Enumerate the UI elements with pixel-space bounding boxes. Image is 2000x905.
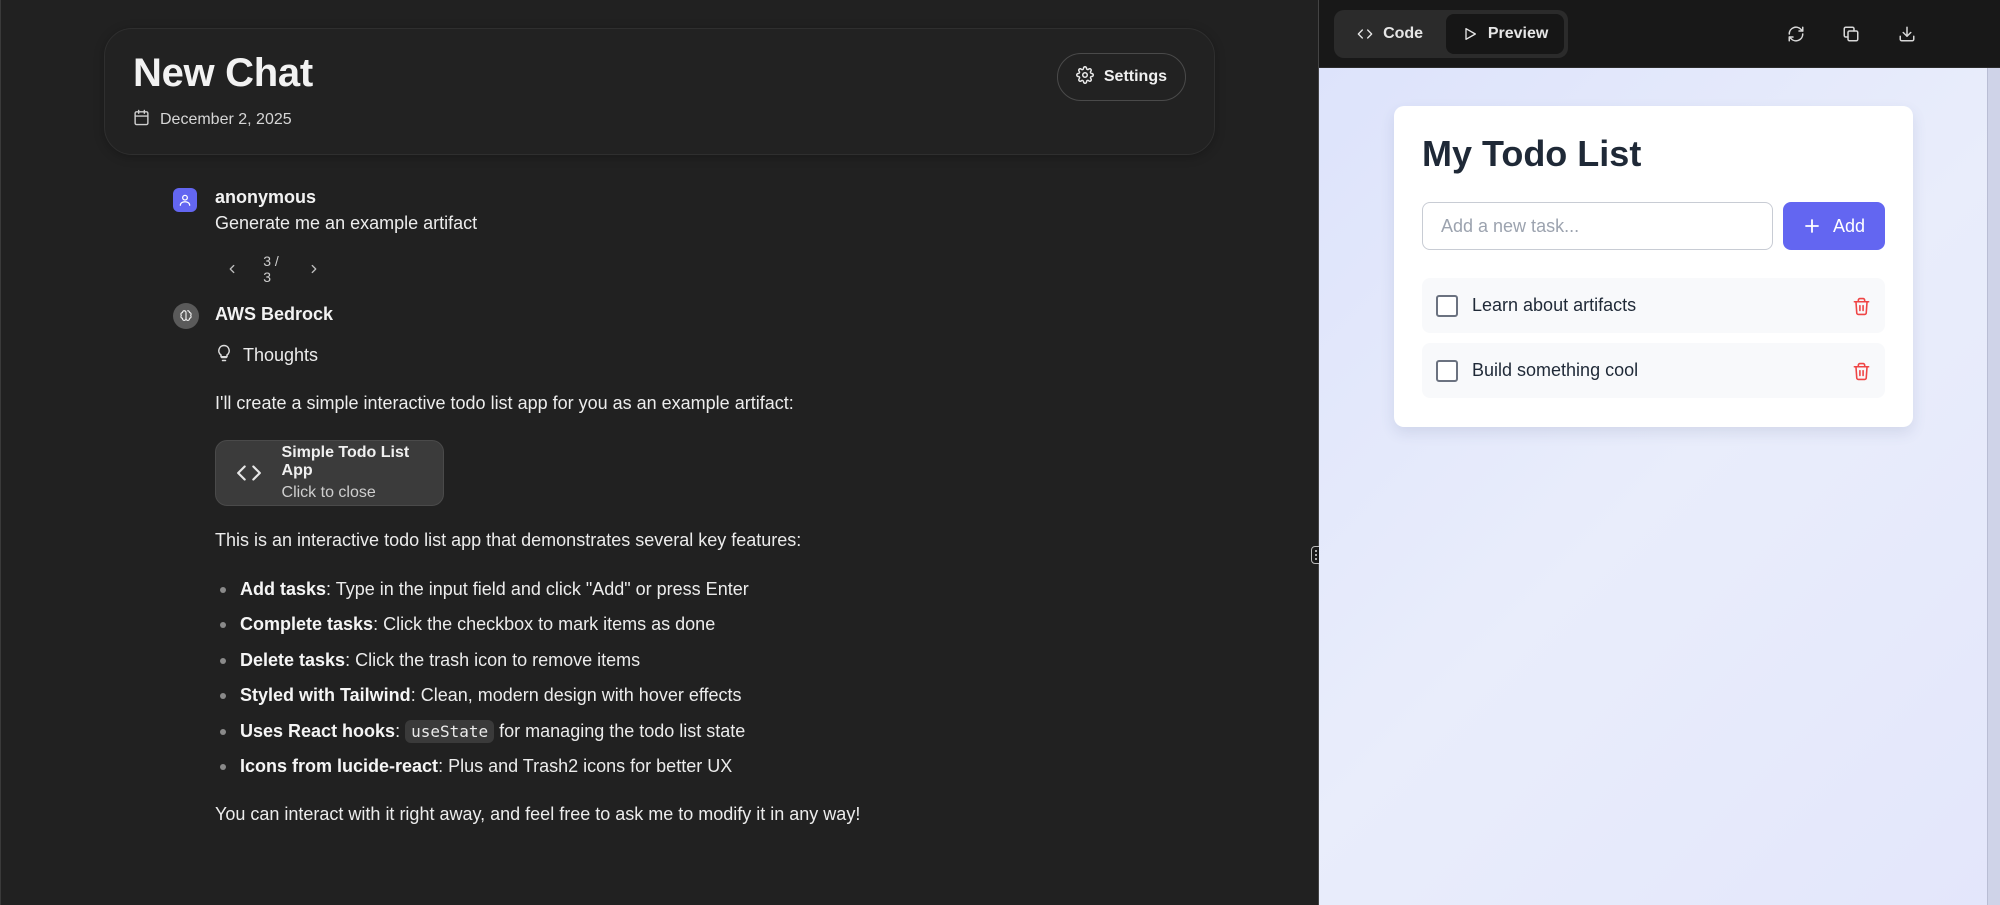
user-message-text: Generate me an example artifact [215,213,478,233]
list-item: Styled with Tailwind: Clean, modern desi… [215,682,749,717]
list-item: Add tasks: Type in the input field and c… [215,576,749,611]
play-icon [1465,28,1476,40]
features-intro-text: This is an interactive todo list app tha… [215,530,802,550]
lightbulb-icon [215,344,233,367]
pager-prev-button[interactable] [225,259,239,279]
artifact-preview: My Todo List Add Learn about artifacts B… [1319,68,2000,905]
artifact-toolbar: Code Preview [1319,0,2000,68]
todo-checkbox[interactable] [1436,360,1458,382]
inline-code: useState [405,719,495,743]
code-icon [1357,29,1373,39]
thoughts-toggle[interactable]: Thoughts [215,344,318,367]
list-item: Complete tasks: Click the checkbox to ma… [215,611,749,646]
refresh-button[interactable] [1782,20,1810,48]
download-button[interactable] [1893,20,1921,48]
pager-next-button[interactable] [307,259,321,279]
new-task-input[interactable] [1422,202,1773,250]
assistant-avatar [173,303,199,329]
chat-date: December 2, 2025 [133,109,292,131]
todo-item: Learn about artifacts [1422,278,1885,333]
artifact-tabs: Code Preview [1334,10,1568,58]
chat-date-text: December 2, 2025 [160,111,292,128]
artifact-card[interactable]: Simple Todo List App Click to close [215,440,444,506]
trash-icon [1853,362,1869,380]
delete-task-button[interactable] [1850,295,1872,317]
settings-label: Settings [1103,68,1167,85]
message-pager: 3 / 3 [225,253,321,285]
artifact-pane: Code Preview My Todo List Add a new task… [1319,0,2000,905]
assistant-sender-name: AWS Bedrock [215,304,334,324]
chevron-left-icon [229,264,235,274]
add-task-button[interactable]: Add [1783,202,1885,250]
add-task-label: Add [1832,215,1866,236]
tab-preview[interactable]: Preview [1446,14,1564,54]
artifact-title: Simple Todo List App [281,444,410,479]
assistant-closing-text: You can interact with it right away, and… [215,804,861,824]
code-icon [216,440,282,506]
chevron-right-icon [311,264,317,274]
page-title: New Chat [133,51,313,95]
download-icon [1899,26,1915,42]
copy-icon [1843,26,1859,42]
user-avatar [173,188,197,212]
plus-icon [1805,219,1819,233]
gear-icon [1075,65,1094,89]
calendar-icon [133,109,150,131]
pager-count: 3 / 3 [263,253,279,285]
artifact-card-text: Simple Todo List App Click to close [282,444,443,502]
todo-item: Build something cool [1422,343,1885,398]
chat-pane: New Chat December 2, 2025 Settings anony… [0,0,1318,905]
list-item: Delete tasks: Click the trash icon to re… [215,647,749,682]
chat-header: New Chat December 2, 2025 Settings [104,28,1215,155]
todo-title: My Todo List [1422,133,1642,174]
user-icon [179,194,191,206]
refresh-icon [1788,26,1804,42]
delete-task-button[interactable] [1850,360,1872,382]
todo-label: Learn about artifacts [1472,295,1637,315]
features-list: Add tasks: Type in the input field and c… [215,576,749,788]
tab-preview-label: Preview [1487,25,1549,42]
todo-card: My Todo List Add Learn about artifacts B… [1394,106,1913,427]
list-item: Icons from lucide-react: Plus and Trash2… [215,753,749,788]
todo-checkbox[interactable] [1436,295,1458,317]
todo-label: Build something cool [1472,360,1639,380]
assistant-intro-text: I'll create a simple interactive todo li… [215,393,794,413]
artifact-subtitle: Click to close [281,484,376,501]
user-sender-name: anonymous [215,187,317,207]
tab-code[interactable]: Code [1338,14,1442,54]
copy-button[interactable] [1837,20,1865,48]
list-item: Uses React hooks: useState for managing … [215,718,749,753]
preview-scrollbar[interactable] [1987,68,2000,905]
brain-icon [180,310,192,321]
tab-code-label: Code [1383,25,1424,42]
settings-button[interactable]: Settings [1056,53,1186,101]
trash-icon [1853,297,1869,315]
thoughts-label: Thoughts [243,345,319,365]
